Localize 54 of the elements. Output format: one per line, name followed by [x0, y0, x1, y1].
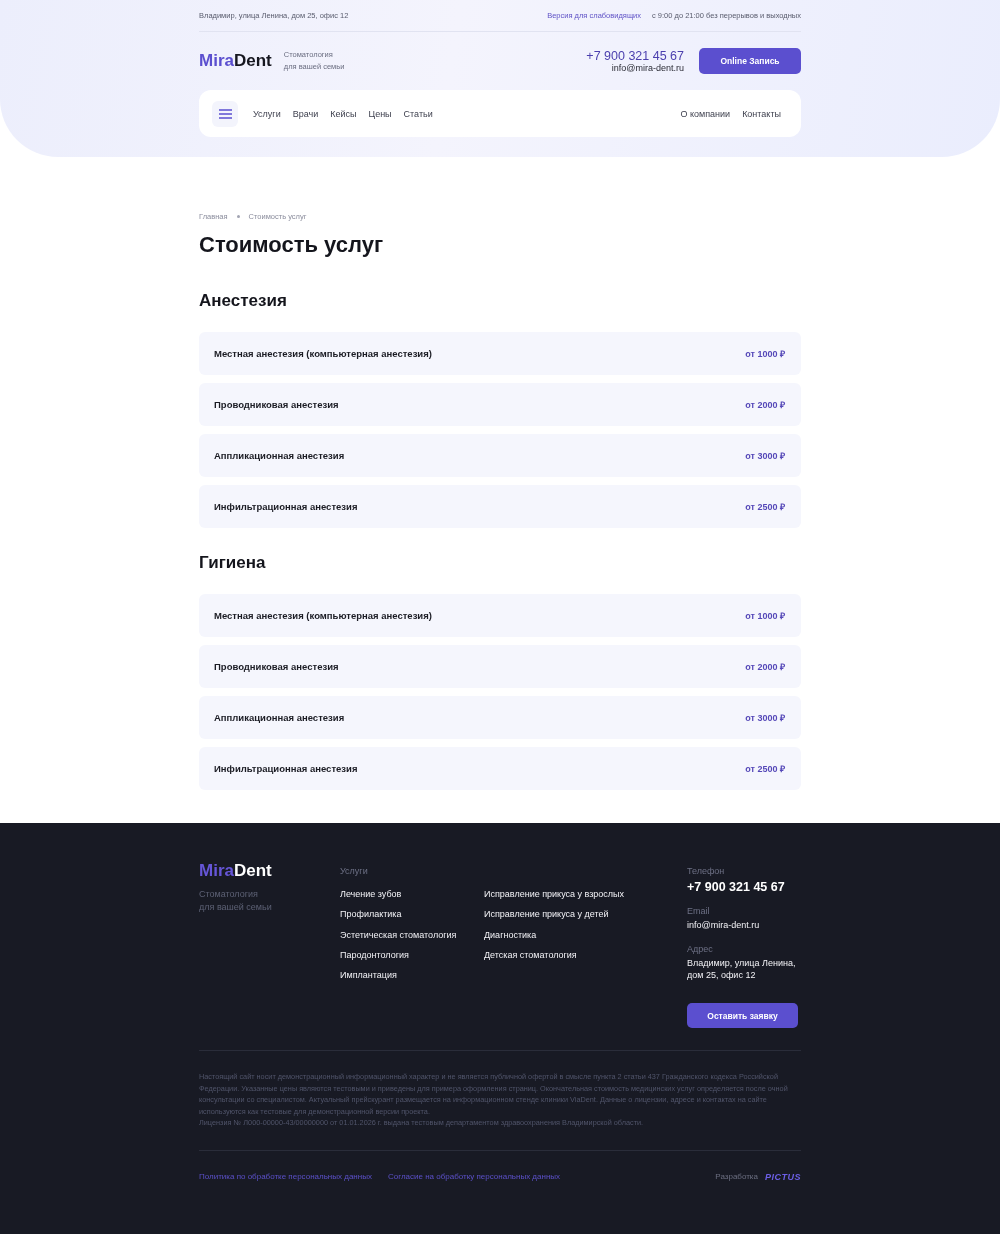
service-link[interactable]: Детская стоматология: [484, 948, 577, 961]
service-name: Проводниковая анестезия: [214, 661, 339, 672]
service-price: от 3000 ₽: [745, 712, 785, 724]
service-price: от 2000 ₽: [745, 661, 785, 673]
service-link[interactable]: Профилактика: [340, 908, 402, 921]
service-link[interactable]: Лечение зубов: [340, 888, 402, 900]
page-title: Стоимость услуг: [199, 231, 384, 259]
online-booking-button[interactable]: Online Запись: [699, 48, 801, 74]
nav-link[interactable]: Статьи: [403, 108, 433, 119]
footer-address: Владимир, улица Ленина, дом 25, офис 12: [687, 957, 796, 981]
service-link[interactable]: Пародонтология: [340, 948, 409, 961]
logo[interactable]: MiraDent: [199, 50, 272, 72]
service-price: от 2500 ₽: [745, 763, 785, 775]
service-price: от 3000 ₽: [745, 450, 785, 462]
service-name: Аппликационная анестезия: [214, 450, 345, 461]
service-link[interactable]: Эстетическая стоматология: [340, 928, 457, 941]
menu-icon: [218, 108, 232, 119]
service-link[interactable]: Имплантация: [340, 969, 397, 982]
separator-dot-icon: [236, 214, 240, 218]
developer-label: Разработка: [715, 1172, 758, 1181]
service-price: от 2000 ₽: [745, 399, 785, 411]
nav-link[interactable]: Врачи: [292, 108, 319, 119]
menu-button[interactable]: [212, 100, 238, 127]
service-name: Местная анестезия (компьютерная анестезия): [214, 348, 432, 359]
service-name: Аппликационная анестезия: [214, 712, 345, 723]
service-price: от 1000 ₽: [745, 610, 785, 622]
service-name: Инфильтрационная анестезия: [214, 763, 358, 774]
footer-email-link[interactable]: info@mira-dent.ru: [687, 919, 760, 931]
service-name: Местная анестезия (компьютерная анестезия): [214, 610, 432, 621]
phone-link[interactable]: +7 900 321 45 67: [586, 48, 684, 63]
section-heading: Гигиена: [199, 552, 266, 574]
footer-tagline: Стоматология для вашей семьи: [199, 888, 272, 914]
service-link[interactable]: Исправление прикуса у взрослых: [484, 888, 625, 900]
address-label: Адрес: [687, 943, 713, 955]
nav-link[interactable]: Контакты: [742, 108, 781, 119]
nav-link[interactable]: Кейсы: [330, 108, 357, 119]
email-link[interactable]: info@mira-dent.ru: [611, 62, 684, 74]
service-link[interactable]: Диагностика: [484, 928, 537, 941]
footer-phone-link[interactable]: +7 900 321 45 67: [687, 879, 785, 895]
request-button[interactable]: Оставить заявку: [687, 1003, 798, 1028]
service-name: Инфильтрационная анестезия: [214, 501, 358, 512]
service-link[interactable]: Исправление прикуса у детей: [484, 908, 609, 921]
service-price: от 1000 ₽: [745, 348, 785, 360]
footer-logo[interactable]: MiraDent: [199, 860, 272, 882]
service-price: от 2500 ₽: [745, 501, 785, 513]
nav-link[interactable]: Услуги: [253, 108, 281, 119]
section-heading: Анестезия: [199, 290, 287, 312]
phone-label: Телефон: [687, 865, 725, 877]
developer-logo[interactable]: PICTUS: [765, 1171, 801, 1182]
nav-link[interactable]: Цены: [368, 108, 392, 119]
nav-link[interactable]: О компании: [680, 108, 731, 119]
service-name: Проводниковая анестезия: [214, 399, 339, 410]
services-heading: Услуги: [340, 865, 368, 877]
email-label: Email: [687, 905, 710, 917]
